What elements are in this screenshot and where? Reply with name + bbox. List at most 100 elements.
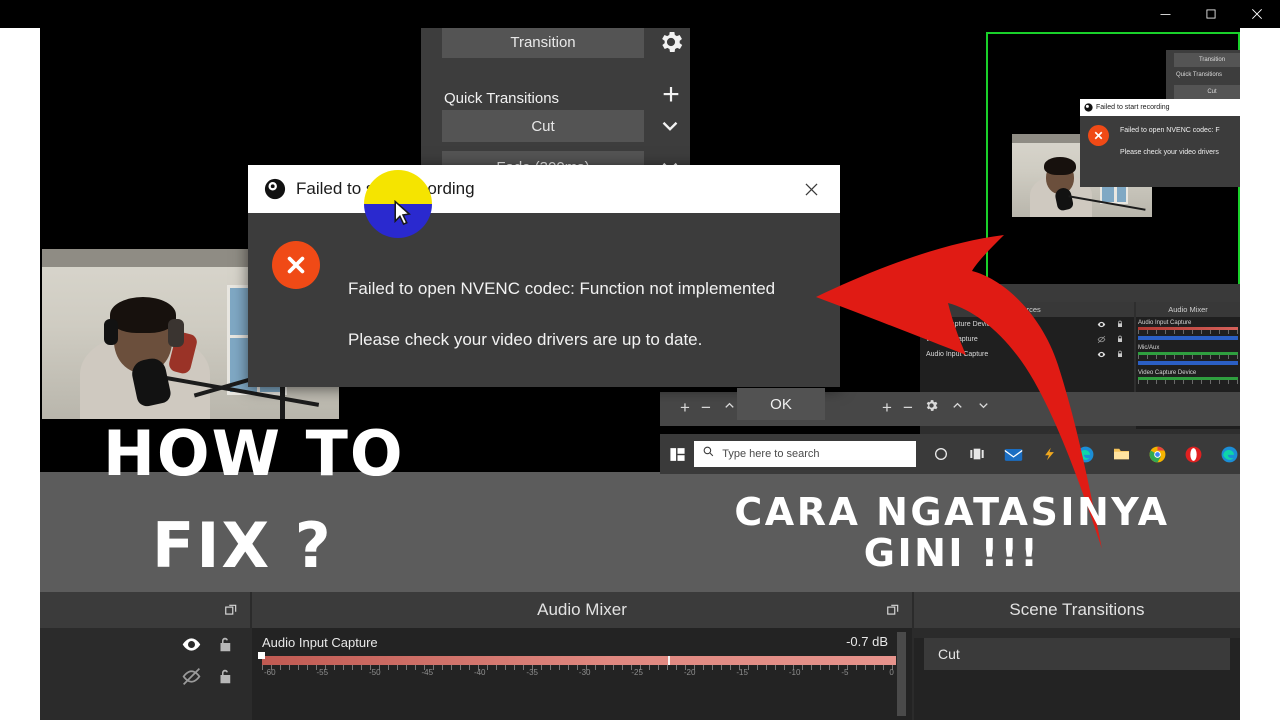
unlock-icon[interactable] [216, 634, 234, 660]
close-icon[interactable] [794, 172, 828, 206]
scene-transitions-header: Scene Transitions [914, 592, 1240, 628]
edge-icon[interactable] [1074, 443, 1096, 465]
overlay-text-line1: CARA NGATASINYA [734, 490, 1170, 534]
source-label: Window Capture [926, 336, 978, 343]
eye-crossed-icon[interactable] [1097, 335, 1106, 344]
minimize-icon[interactable] [1142, 0, 1188, 28]
lock-icon[interactable] [1116, 334, 1124, 344]
scale-tick: -10 [788, 668, 801, 677]
source-label: Audio Input Capture [926, 351, 989, 358]
unlock-icon[interactable] [216, 666, 234, 692]
mixer-channel: Audio Input Capture [1138, 320, 1238, 340]
maximize-icon[interactable] [1188, 0, 1234, 28]
scenes-dock-body [40, 628, 250, 720]
mixer-scrollbar[interactable] [897, 632, 906, 716]
audio-mixer-title: Audio Mixer [537, 600, 627, 619]
nested-audio-mixer-header: Audio Mixer [1136, 302, 1240, 317]
error-dialog: Failed to start recording Failed to open… [248, 165, 840, 420]
minus-icon[interactable]: − [701, 398, 711, 418]
mixer-channel: Video Capture Device [1138, 370, 1238, 384]
thumbnail-screenshot: Transition Quick Transitions + Cut Fade … [0, 0, 1280, 720]
nested-dialog-titlebar: Failed to start recording [1080, 99, 1240, 116]
chrome-icon[interactable] [1146, 443, 1168, 465]
obs-logo-icon [264, 178, 286, 200]
scale-tick: -50 [368, 668, 381, 677]
ok-button[interactable]: OK [737, 388, 825, 420]
list-item[interactable]: Audio Input Capture [920, 347, 1134, 362]
eye-icon[interactable] [1097, 320, 1106, 329]
chevron-down-icon[interactable] [976, 398, 991, 418]
nested-sources-header: Sources [920, 302, 1134, 317]
audio-scale: -60 -55 -50 -45 -40 -35 -30 -25 -20 -15 … [262, 665, 896, 681]
eye-crossed-icon[interactable] [181, 666, 202, 692]
cortana-icon[interactable] [930, 443, 952, 465]
nested-error-dialog: Failed to start recording Failed to open… [1080, 99, 1240, 187]
mixer-channel-label: Audio Input Capture [1138, 320, 1192, 326]
dialog-body: Failed to open NVENC codec: Function not… [248, 213, 840, 420]
mail-icon[interactable] [1002, 443, 1024, 465]
search-icon [702, 445, 715, 463]
nested-tab-label: Filters [975, 289, 995, 297]
file-explorer-icon[interactable] [1110, 443, 1132, 465]
scale-tick: -5 [841, 668, 849, 677]
eye-icon[interactable] [181, 634, 202, 660]
scale-tick: -20 [683, 668, 696, 677]
overlay-text-fix: FIX ? [152, 509, 333, 582]
sources-toolbar: + − [882, 398, 991, 418]
nested-tab-bar: Scenes Filters [920, 284, 1240, 302]
windows-taskbar: Type here to search [660, 434, 1240, 474]
close-icon[interactable] [1234, 0, 1280, 28]
plus-icon[interactable]: + [657, 80, 685, 110]
search-input[interactable]: Type here to search [694, 441, 916, 467]
list-item[interactable]: Video Capture Device [920, 317, 1134, 332]
task-view-icon[interactable] [966, 443, 988, 465]
undock-icon[interactable] [886, 603, 900, 617]
scale-tick: -60 [264, 668, 276, 677]
scenes-dock [40, 592, 250, 720]
nested-transition-button[interactable]: Transition [1174, 53, 1240, 67]
minus-icon[interactable]: − [903, 398, 913, 418]
opera-icon[interactable] [1182, 443, 1204, 465]
nested-dialog-title: Failed to start recording [1096, 104, 1170, 111]
lock-icon[interactable] [1116, 349, 1124, 359]
overlay-text-indonesian: CARA NGATASINYA GINI !!! [692, 490, 1212, 574]
chevron-up-icon[interactable] [950, 398, 965, 418]
obs-logo-icon [1084, 103, 1093, 112]
nested-tab-scenes[interactable]: Scenes [920, 290, 957, 297]
transition-button[interactable]: Transition [442, 26, 644, 58]
eye-icon[interactable] [1097, 350, 1106, 359]
filter-icon [964, 288, 972, 298]
gear-icon[interactable] [924, 398, 939, 418]
plus-icon[interactable]: + [882, 398, 892, 418]
transition-select[interactable]: Cut [924, 638, 1230, 670]
lock-icon[interactable] [1116, 319, 1124, 329]
mixer-channel-label: Mic/Aux [1138, 345, 1160, 351]
dialog-titlebar: Failed to start recording [248, 165, 840, 213]
gear-icon[interactable] [657, 28, 685, 56]
mixer-channel: Mic/Aux [1138, 345, 1238, 365]
windows-start-icon[interactable] [660, 446, 694, 463]
scale-tick: -25 [631, 668, 643, 677]
scene-transitions-body: Cut [914, 638, 1240, 720]
audio-mixer-dock: Audio Mixer Audio Input Capture -0.7 dB … [252, 592, 912, 720]
edge-icon[interactable] [1218, 443, 1240, 465]
lightning-icon[interactable] [1038, 443, 1060, 465]
scene-transitions-dock: Scene Transitions Cut [914, 592, 1240, 720]
window-titlebar [0, 0, 1280, 28]
nested-sources-list: Video Capture Device Window Capture Audi… [920, 317, 1134, 402]
chevron-down-icon[interactable] [657, 113, 683, 139]
mixer-channel-row[interactable]: Audio Input Capture -0.7 dB -60 -55 -50 … [252, 628, 912, 681]
nested-tab-filters[interactable]: Filters [957, 288, 1002, 298]
list-item[interactable]: Window Capture [920, 332, 1134, 347]
plus-icon[interactable]: + [680, 398, 690, 418]
mixer-db-value: -0.7 dB [846, 634, 888, 649]
obs-bottom-docks: Audio Mixer Audio Input Capture -0.7 dB … [40, 592, 1240, 720]
overlay-text-how-to: HOW TO [103, 417, 405, 490]
quick-transition-cut[interactable]: Cut [442, 110, 644, 142]
nested-quick-transition-cut[interactable]: Cut [1174, 85, 1240, 99]
error-circle-x-icon [272, 241, 320, 289]
chevron-up-icon[interactable] [722, 398, 737, 418]
scale-tick: -45 [421, 668, 434, 677]
source-label: Video Capture Device [926, 321, 994, 328]
undock-icon[interactable] [224, 603, 238, 617]
